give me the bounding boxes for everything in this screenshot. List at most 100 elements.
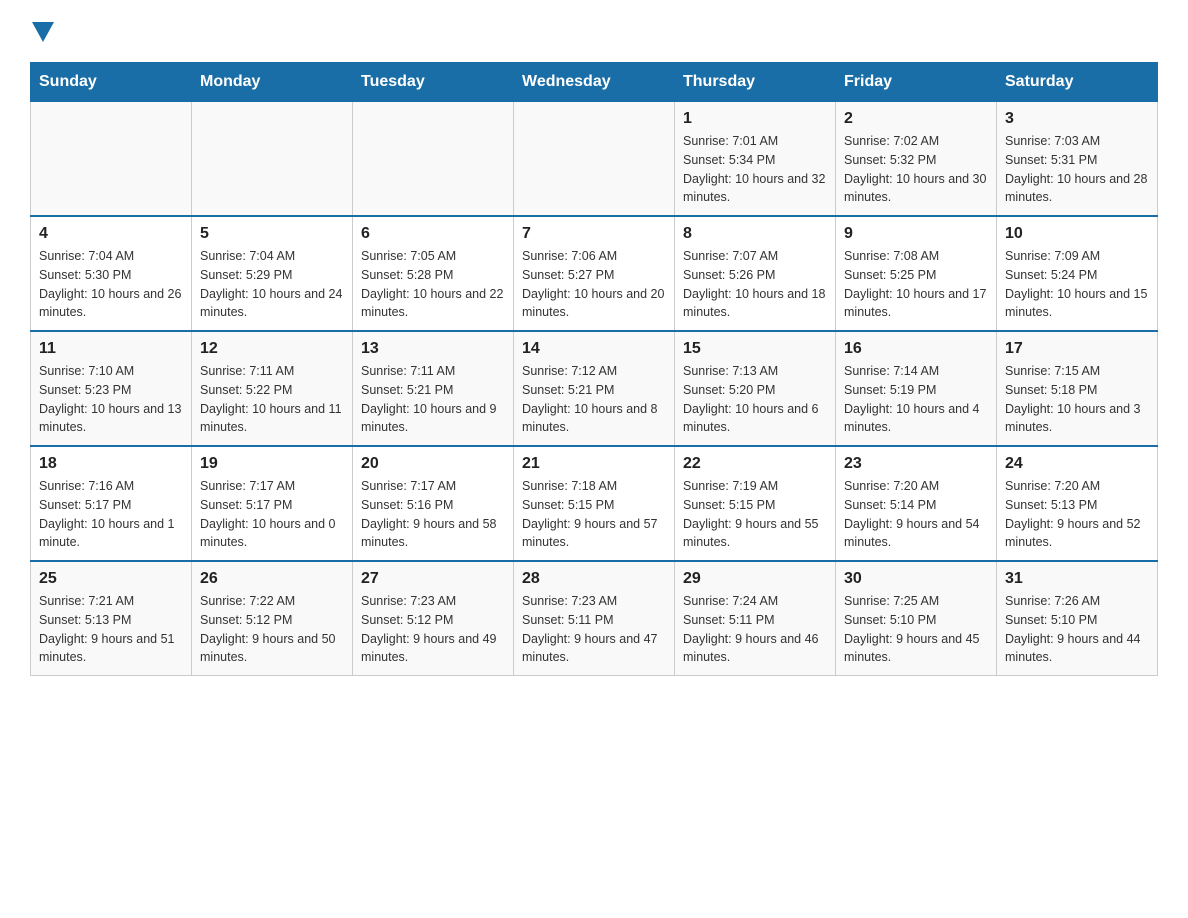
day-info: Sunrise: 7:14 AMSunset: 5:19 PMDaylight:… — [844, 362, 988, 437]
day-number: 17 — [1005, 340, 1149, 358]
day-info: Sunrise: 7:03 AMSunset: 5:31 PMDaylight:… — [1005, 132, 1149, 207]
day-header-friday: Friday — [836, 63, 997, 102]
day-info: Sunrise: 7:04 AMSunset: 5:30 PMDaylight:… — [39, 247, 183, 322]
day-header-tuesday: Tuesday — [353, 63, 514, 102]
day-info: Sunrise: 7:19 AMSunset: 5:15 PMDaylight:… — [683, 477, 827, 552]
calendar-day-cell: 16 Sunrise: 7:14 AMSunset: 5:19 PMDayligh… — [836, 331, 997, 446]
day-number: 13 — [361, 340, 505, 358]
calendar-day-cell: 11 Sunrise: 7:10 AMSunset: 5:23 PMDayligh… — [31, 331, 192, 446]
day-number: 18 — [39, 455, 183, 473]
day-info: Sunrise: 7:10 AMSunset: 5:23 PMDaylight:… — [39, 362, 183, 437]
calendar-day-cell — [31, 102, 192, 217]
calendar-day-cell: 22 Sunrise: 7:19 AMSunset: 5:15 PMDayligh… — [675, 446, 836, 561]
day-info: Sunrise: 7:17 AMSunset: 5:17 PMDaylight:… — [200, 477, 344, 552]
day-info: Sunrise: 7:25 AMSunset: 5:10 PMDaylight:… — [844, 592, 988, 667]
calendar-day-cell: 28 Sunrise: 7:23 AMSunset: 5:11 PMDayligh… — [514, 561, 675, 676]
day-info: Sunrise: 7:16 AMSunset: 5:17 PMDaylight:… — [39, 477, 183, 552]
day-number: 2 — [844, 110, 988, 128]
day-info: Sunrise: 7:07 AMSunset: 5:26 PMDaylight:… — [683, 247, 827, 322]
day-number: 24 — [1005, 455, 1149, 473]
calendar-week-row: 25Sunrise: 7:21 AMSunset: 5:13 PMDayligh… — [31, 561, 1158, 676]
day-number: 22 — [683, 455, 827, 473]
day-number: 14 — [522, 340, 666, 358]
page-header — [30, 20, 1158, 42]
day-info: Sunrise: 7:04 AMSunset: 5:29 PMDaylight:… — [200, 247, 344, 322]
day-info: Sunrise: 7:02 AMSunset: 5:32 PMDaylight:… — [844, 132, 988, 207]
day-number: 12 — [200, 340, 344, 358]
day-header-thursday: Thursday — [675, 63, 836, 102]
calendar-day-cell: 12 Sunrise: 7:11 AMSunset: 5:22 PMDayligh… — [192, 331, 353, 446]
calendar-week-row: 1 Sunrise: 7:01 AMSunset: 5:34 PMDaylight… — [31, 102, 1158, 217]
day-info: Sunrise: 7:08 AMSunset: 5:25 PMDaylight:… — [844, 247, 988, 322]
day-info: Sunrise: 7:01 AMSunset: 5:34 PMDaylight:… — [683, 132, 827, 207]
day-info: Sunrise: 7:24 AMSunset: 5:11 PMDaylight:… — [683, 592, 827, 667]
day-info: Sunrise: 7:26 AMSunset: 5:10 PMDaylight:… — [1005, 592, 1149, 667]
day-info: Sunrise: 7:13 AMSunset: 5:20 PMDaylight:… — [683, 362, 827, 437]
day-number: 27 — [361, 570, 505, 588]
calendar-day-cell: 3 Sunrise: 7:03 AMSunset: 5:31 PMDaylight… — [997, 102, 1158, 217]
day-info: Sunrise: 7:17 AMSunset: 5:16 PMDaylight:… — [361, 477, 505, 552]
calendar-day-cell: 29 Sunrise: 7:24 AMSunset: 5:11 PMDayligh… — [675, 561, 836, 676]
day-number: 1 — [683, 110, 827, 128]
calendar-day-cell — [192, 102, 353, 217]
logo — [30, 20, 54, 42]
calendar-day-cell: 21 Sunrise: 7:18 AMSunset: 5:15 PMDayligh… — [514, 446, 675, 561]
calendar-day-cell: 9 Sunrise: 7:08 AMSunset: 5:25 PMDaylight… — [836, 216, 997, 331]
calendar-day-cell: 27 Sunrise: 7:23 AMSunset: 5:12 PMDayligh… — [353, 561, 514, 676]
day-number: 31 — [1005, 570, 1149, 588]
calendar-week-row: 4 Sunrise: 7:04 AMSunset: 5:30 PMDaylight… — [31, 216, 1158, 331]
calendar-day-cell: 4 Sunrise: 7:04 AMSunset: 5:30 PMDaylight… — [31, 216, 192, 331]
day-number: 20 — [361, 455, 505, 473]
day-info: Sunrise: 7:21 AMSunset: 5:13 PMDaylight:… — [39, 592, 183, 667]
day-number: 8 — [683, 225, 827, 243]
day-number: 5 — [200, 225, 344, 243]
day-header-sunday: Sunday — [31, 63, 192, 102]
day-number: 16 — [844, 340, 988, 358]
day-info: Sunrise: 7:15 AMSunset: 5:18 PMDaylight:… — [1005, 362, 1149, 437]
calendar-day-cell: 18 Sunrise: 7:16 AMSunset: 5:17 PMDayligh… — [31, 446, 192, 561]
day-info: Sunrise: 7:22 AMSunset: 5:12 PMDaylight:… — [200, 592, 344, 667]
day-info: Sunrise: 7:12 AMSunset: 5:21 PMDaylight:… — [522, 362, 666, 437]
day-number: 4 — [39, 225, 183, 243]
calendar-day-cell: 13 Sunrise: 7:11 AMSunset: 5:21 PMDayligh… — [353, 331, 514, 446]
calendar-day-cell: 8 Sunrise: 7:07 AMSunset: 5:26 PMDaylight… — [675, 216, 836, 331]
day-header-saturday: Saturday — [997, 63, 1158, 102]
day-info: Sunrise: 7:23 AMSunset: 5:12 PMDaylight:… — [361, 592, 505, 667]
day-number: 9 — [844, 225, 988, 243]
logo-triangle-icon — [32, 22, 54, 42]
day-info: Sunrise: 7:09 AMSunset: 5:24 PMDaylight:… — [1005, 247, 1149, 322]
calendar-day-cell: 26Sunrise: 7:22 AMSunset: 5:12 PMDayligh… — [192, 561, 353, 676]
day-info: Sunrise: 7:20 AMSunset: 5:14 PMDaylight:… — [844, 477, 988, 552]
calendar-day-cell: 6 Sunrise: 7:05 AMSunset: 5:28 PMDaylight… — [353, 216, 514, 331]
calendar-day-cell: 10Sunrise: 7:09 AMSunset: 5:24 PMDayligh… — [997, 216, 1158, 331]
day-number: 29 — [683, 570, 827, 588]
day-number: 6 — [361, 225, 505, 243]
day-info: Sunrise: 7:23 AMSunset: 5:11 PMDaylight:… — [522, 592, 666, 667]
day-number: 15 — [683, 340, 827, 358]
calendar-day-cell: 17 Sunrise: 7:15 AMSunset: 5:18 PMDayligh… — [997, 331, 1158, 446]
day-number: 28 — [522, 570, 666, 588]
day-header-wednesday: Wednesday — [514, 63, 675, 102]
calendar-table: SundayMondayTuesdayWednesdayThursdayFrid… — [30, 62, 1158, 676]
day-info: Sunrise: 7:20 AMSunset: 5:13 PMDaylight:… — [1005, 477, 1149, 552]
calendar-day-cell: 23Sunrise: 7:20 AMSunset: 5:14 PMDayligh… — [836, 446, 997, 561]
day-info: Sunrise: 7:05 AMSunset: 5:28 PMDaylight:… — [361, 247, 505, 322]
calendar-day-cell: 15 Sunrise: 7:13 AMSunset: 5:20 PMDayligh… — [675, 331, 836, 446]
day-info: Sunrise: 7:11 AMSunset: 5:22 PMDaylight:… — [200, 362, 344, 437]
calendar-day-cell: 7Sunrise: 7:06 AMSunset: 5:27 PMDaylight… — [514, 216, 675, 331]
day-number: 30 — [844, 570, 988, 588]
day-info: Sunrise: 7:11 AMSunset: 5:21 PMDaylight:… — [361, 362, 505, 437]
calendar-day-cell: 30 Sunrise: 7:25 AMSunset: 5:10 PMDayligh… — [836, 561, 997, 676]
day-number: 11 — [39, 340, 183, 358]
calendar-day-cell: 20 Sunrise: 7:17 AMSunset: 5:16 PMDayligh… — [353, 446, 514, 561]
calendar-week-row: 11 Sunrise: 7:10 AMSunset: 5:23 PMDayligh… — [31, 331, 1158, 446]
calendar-day-cell: 5 Sunrise: 7:04 AMSunset: 5:29 PMDaylight… — [192, 216, 353, 331]
calendar-week-row: 18 Sunrise: 7:16 AMSunset: 5:17 PMDayligh… — [31, 446, 1158, 561]
day-info: Sunrise: 7:18 AMSunset: 5:15 PMDaylight:… — [522, 477, 666, 552]
calendar-day-cell: 25Sunrise: 7:21 AMSunset: 5:13 PMDayligh… — [31, 561, 192, 676]
calendar-day-cell: 2 Sunrise: 7:02 AMSunset: 5:32 PMDaylight… — [836, 102, 997, 217]
calendar-day-cell: 31 Sunrise: 7:26 AMSunset: 5:10 PMDayligh… — [997, 561, 1158, 676]
day-number: 3 — [1005, 110, 1149, 128]
day-number: 21 — [522, 455, 666, 473]
day-number: 19 — [200, 455, 344, 473]
